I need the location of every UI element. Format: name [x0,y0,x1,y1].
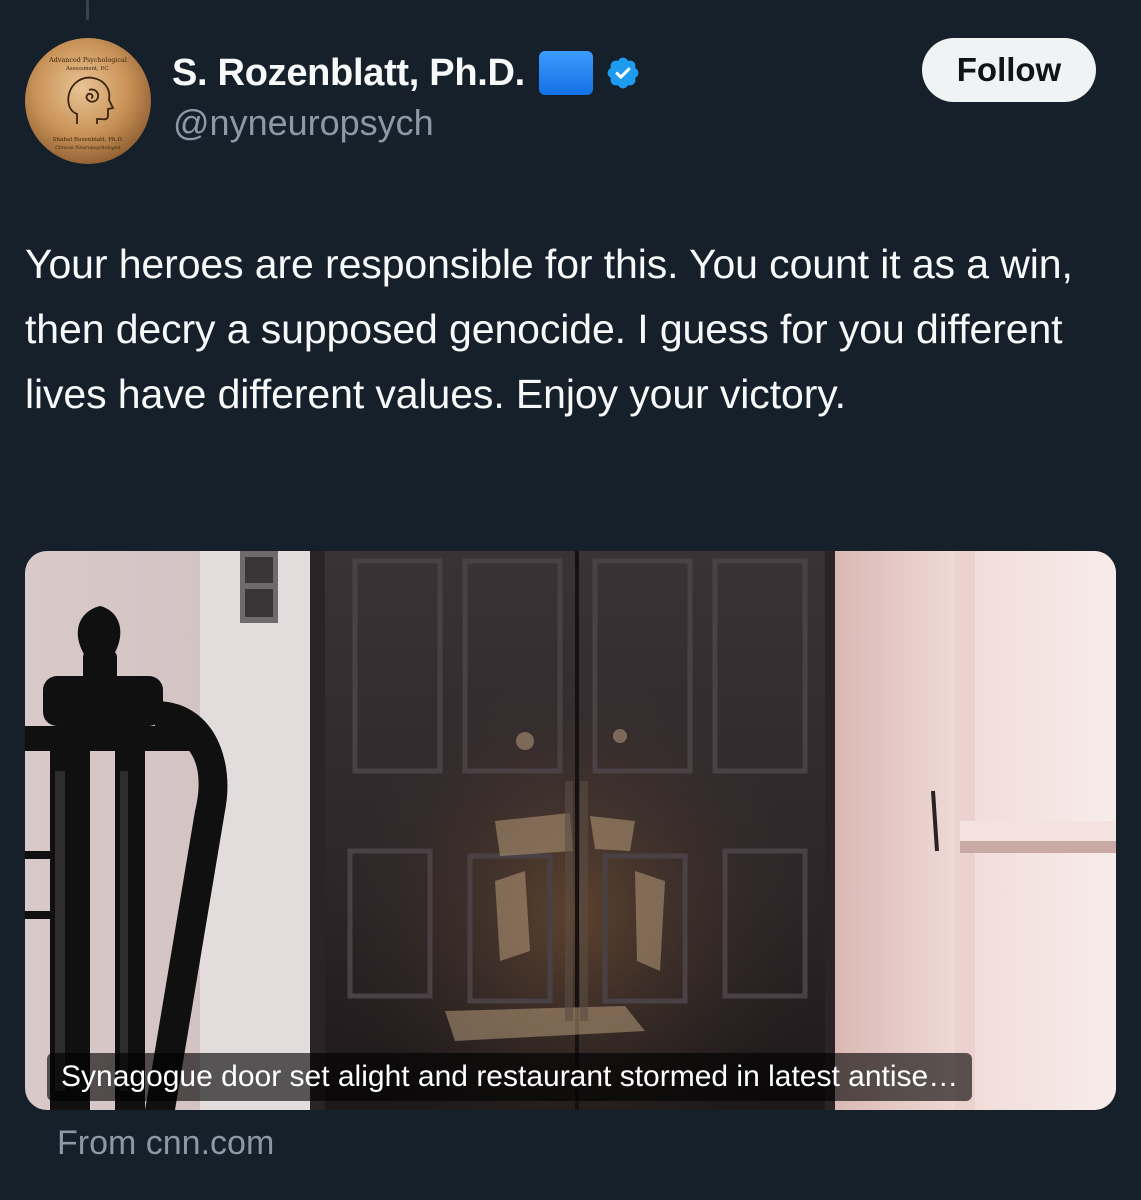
tweet-text: Your heroes are responsible for this. Yo… [25,241,1073,417]
verified-badge-icon[interactable] [605,55,641,91]
author-display-name[interactable]: S. Rozenblatt, Ph.D. [172,52,525,95]
avatar-text-top1: Advanced Psychological [48,56,127,64]
link-card[interactable]: Synagogue door set alight and restaurant… [25,551,1116,1110]
avatar-text-top2: Assessment, P.C. [65,66,110,72]
blue-square-emoji-icon [538,51,593,95]
thread-connector-line [86,0,89,20]
card-caption: Synagogue door set alight and restaurant… [47,1053,973,1101]
author-name-row: S. Rozenblatt, Ph.D. [172,48,641,98]
avatar-text-bottom1: Shahal Rozenblatt, Ph.D. [53,137,124,143]
author-handle[interactable]: @nyneuropsych [173,102,434,144]
follow-button[interactable]: Follow [922,38,1096,102]
head-spiral-icon [67,76,115,124]
avatar-logo-image: Advanced Psychological Assessment, P.C. … [48,56,127,151]
author-avatar[interactable]: Advanced Psychological Assessment, P.C. … [25,38,151,164]
card-source-link[interactable]: From cnn.com [57,1124,274,1163]
avatar-text-bottom2: Clinical Neuropsychologist [55,145,121,151]
card-image [25,551,1116,1110]
